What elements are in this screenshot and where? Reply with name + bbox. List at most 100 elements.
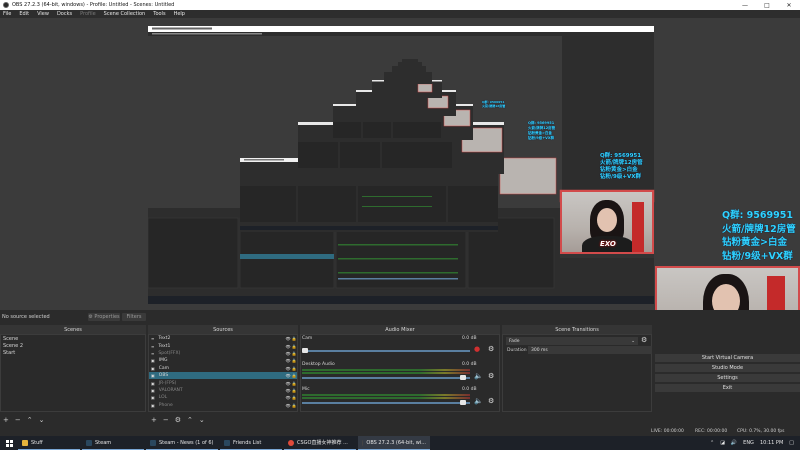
start-virtual-camera-button[interactable]: Start Virtual Camera [655,354,800,363]
source-row[interactable]: ▣ VALORANT 👁 🔒 [149,387,297,394]
taskbar-item-steam[interactable]: Steam [82,436,144,450]
maximize-icon[interactable]: □ [756,0,778,10]
add-scene-icon[interactable]: + [3,416,9,424]
volume-slider-knob[interactable] [460,375,466,380]
menu-file[interactable]: File [3,11,11,17]
move-down-icon[interactable]: ⌄ [199,416,205,424]
taskbar-item-steam-news[interactable]: Steam - News (1 of 6) [146,436,218,450]
windows-taskbar: Stuff Steam Steam - News (1 of 6) Friend… [0,436,800,450]
menu-help[interactable]: Help [174,11,185,17]
lock-icon: 🔒 [291,402,297,408]
clock[interactable]: 10:11 PM [760,440,783,446]
taskbar-item-stuff[interactable]: Stuff [18,436,80,450]
source-row[interactable]: ≡ Text1 👁 🔒 [149,342,297,349]
menu-edit[interactable]: Edit [19,11,29,17]
sources-dock-title: Sources [148,325,298,334]
chevron-down-icon: ⌄ [631,338,635,344]
steam-icon [150,439,156,446]
nested-webcam: EXO [560,190,654,254]
taskbar-item-friends-list[interactable]: Friends List [220,436,282,450]
remove-source-icon[interactable]: − [163,416,169,424]
scenes-dock-title: Scenes [0,325,146,334]
source-row[interactable]: ≡ Spot(FFX) 👁 🔒 [149,350,297,357]
volume-slider[interactable] [302,350,470,352]
transition-gear-icon[interactable]: ⚙ [641,336,647,344]
menu-profile[interactable]: Profile [80,11,96,17]
volume-icon[interactable]: 🔊 [731,440,737,446]
channel-name: Desktop Audio [302,362,335,367]
channel-gear-icon[interactable]: ⚙ [488,397,494,405]
volume-slider-knob[interactable] [460,400,466,405]
menu-tools[interactable]: Tools [153,11,165,17]
level-meter [302,397,470,399]
speaker-icon[interactable]: 🔈 [474,397,483,405]
menu-view[interactable]: View [37,11,49,17]
language-indicator[interactable]: ENG [743,440,754,446]
settings-button[interactable]: Settings [655,374,800,383]
lock-icon: 🔒 [291,373,297,379]
properties-button[interactable]: ⚙ Properties [88,313,120,321]
status-bar: LIVE: 00:00:00 REC: 00:00:00 CPU: 0.7%, … [0,427,800,436]
chevron-up-icon[interactable]: ⌃ [710,440,714,446]
channel-gear-icon[interactable]: ⚙ [488,372,494,380]
preview-canvas[interactable]: Q群: 9569951 火箭/牌牌12房管 Q群: 9569951 火箭/牌牌1… [0,18,800,310]
level-meter [302,372,470,374]
source-row[interactable]: ▣ JR-(FPS) 👁 🔒 [149,379,297,386]
title-bar: OBS 27.2.3 (64-bit, windows) - Profile: … [0,0,800,10]
studio-mode-button[interactable]: Studio Mode [655,364,800,373]
transition-select[interactable]: Fade ⌄ [506,337,638,345]
scene-item[interactable]: Start [1,349,145,356]
nested-overlay-text: Q群: 9569951 火箭/牌牌12房管 钻粉黄金>白金 钻粉/9级+VX群 [528,121,556,140]
volume-slider[interactable] [302,402,470,404]
muted-speaker-icon[interactable]: ● [474,345,480,353]
menu-scene-collection[interactable]: Scene Collection [104,11,146,17]
add-source-icon[interactable]: + [151,416,157,424]
channel-db: 0.0 dB [462,387,477,392]
source-row[interactable]: ▣ LOL 👁 🔒 [149,394,297,401]
source-row[interactable]: ▣ Cam 👁 🔒 [149,365,297,372]
source-row[interactable]: ≡ Text2 👁 🔒 [149,335,297,342]
source-row-selected[interactable]: ▣ OBS 👁 🔒 [149,371,297,380]
channel-gear-icon[interactable]: ⚙ [488,345,494,353]
taskbar-item-obs[interactable]: OBS 27.2.3 (64-bit, wi... [358,436,430,450]
channel-name: Mic [302,387,310,392]
menu-bar: File Edit View Docks Profile Scene Colle… [0,10,800,18]
source-row[interactable]: ▣ Phone 👁 🔒 [149,402,297,409]
speaker-icon[interactable]: 🔈 [474,372,483,380]
chrome-icon [288,439,294,446]
close-icon[interactable]: ✕ [778,0,800,10]
remove-scene-icon[interactable]: − [15,416,21,424]
channel-db: 0.0 dB [462,336,477,341]
channel-db: 0.0 dB [462,362,477,367]
exit-button[interactable]: Exit [655,384,800,393]
move-down-icon[interactable]: ⌄ [39,416,45,424]
overlay-line-vx: 钻粉/9级+VX群 [722,250,793,262]
scene-item[interactable]: Scene [1,335,145,342]
scene-transitions-dock-title: Scene Transitions [502,325,652,334]
stream-overlay-text: Q群: 9569951 火箭/牌牌12房管 钻粉黄金>白金 钻粉/9级+VX群 [722,209,796,263]
notification-icon[interactable]: □ [789,440,794,446]
live-timer: LIVE: 00:00:00 [651,429,684,434]
move-up-icon[interactable]: ⌃ [27,416,33,424]
volume-slider[interactable] [302,377,470,379]
source-row[interactable]: ▣ IMG 👁 🔒 [149,357,297,364]
duration-spinbox[interactable]: 300 ms [528,346,652,354]
minimize-icon[interactable]: — [734,0,756,10]
source-properties-gear-icon[interactable]: ⚙ [175,416,181,424]
scene-item[interactable]: Scene 2 [1,342,145,349]
cpu-fps: CPU: 0.7%, 30.00 fps [737,429,785,434]
system-tray: ⌃ ◪ 🔊 ENG 10:11 PM □ [710,436,800,450]
volume-slider-knob[interactable] [302,348,308,353]
lock-icon: 🔒 [291,365,297,371]
move-up-icon[interactable]: ⌃ [187,416,193,424]
channel-name: Cam [302,336,313,341]
filters-button[interactable]: Filters [122,313,146,321]
menu-docks[interactable]: Docks [57,11,72,17]
lock-icon: 🔒 [291,387,297,393]
qq-group-text: Q群: 9569951 [722,210,793,221]
window-title: OBS 27.2.3 (64-bit, windows) - Profile: … [12,2,175,8]
nested-overlay-text: Q群: 9569951 火箭/牌牌12房管 [482,100,506,108]
windows-start-button[interactable] [0,436,18,450]
taskbar-item-chrome[interactable]: CSGO直播女神推荐 ... [284,436,356,450]
network-icon[interactable]: ◪ [720,440,725,446]
